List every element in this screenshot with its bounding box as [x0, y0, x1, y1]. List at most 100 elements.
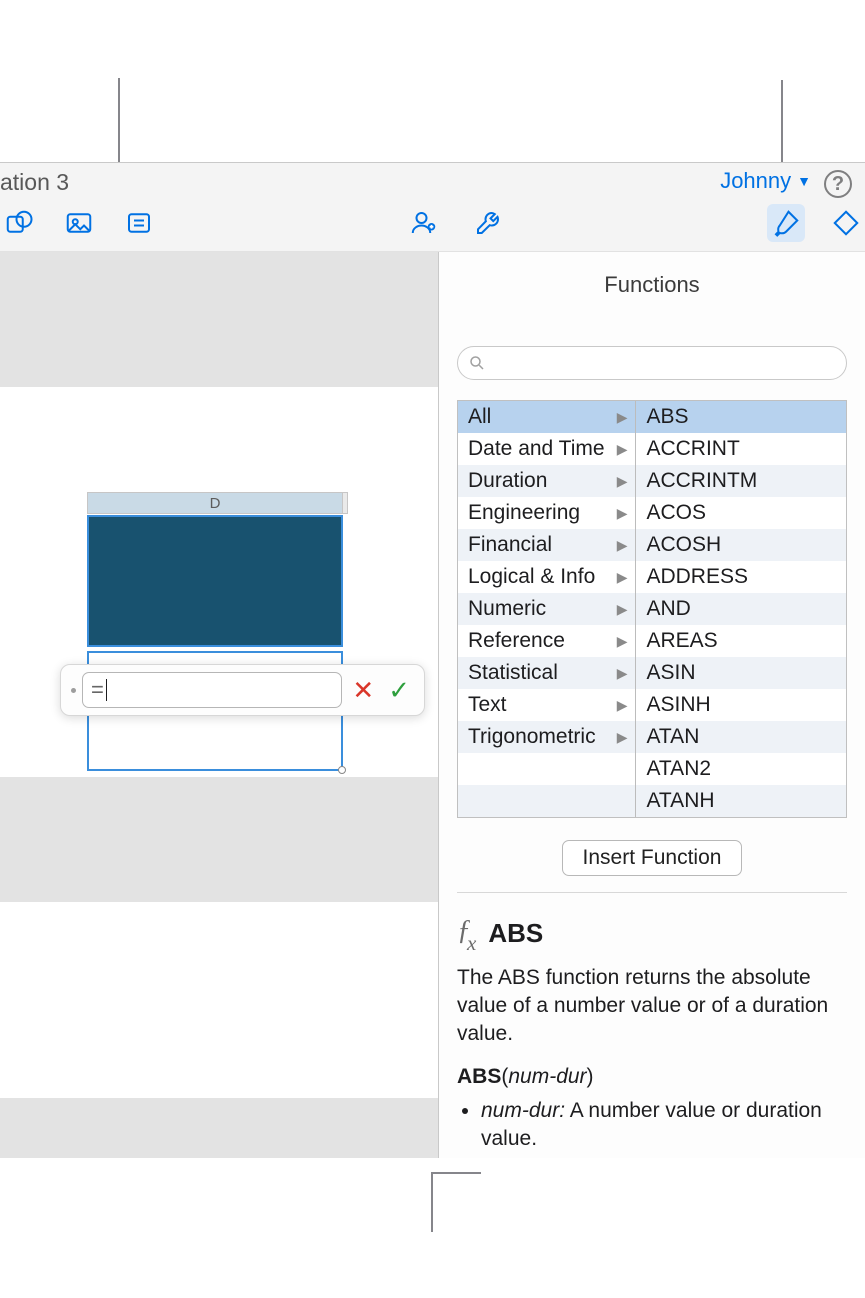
category-label: Statistical	[468, 661, 558, 685]
tools-button[interactable]	[469, 204, 507, 242]
cancel-formula-button[interactable]: ✕	[348, 675, 378, 706]
slide-background-top	[0, 252, 438, 387]
function-atanh[interactable]: ATANH	[636, 785, 846, 817]
chevron-right-icon: ▶	[617, 537, 628, 554]
accept-formula-button[interactable]: ✓	[384, 675, 414, 706]
function-browser: All▶Date and Time▶Duration▶Engineering▶F…	[457, 400, 847, 818]
function-label: ASIN	[646, 661, 695, 685]
signature-close: )	[587, 1065, 594, 1088]
argument-list: num-dur: A number value or duration valu…	[481, 1097, 847, 1154]
collaborate-icon	[409, 208, 439, 238]
collaborate-button[interactable]	[405, 204, 443, 242]
column-header-D[interactable]: D	[87, 492, 343, 514]
function-name: ABS	[488, 918, 543, 949]
function-label: ATAN2	[646, 757, 711, 781]
function-acos[interactable]: ACOS	[636, 497, 846, 529]
function-atan[interactable]: ATAN	[636, 721, 846, 753]
function-asin[interactable]: ASIN	[636, 657, 846, 689]
function-detail-header: ƒx ABS	[457, 915, 865, 952]
notes-button[interactable]	[120, 204, 158, 242]
function-accrintm[interactable]: ACCRINTM	[636, 465, 846, 497]
category-label: Financial	[468, 533, 552, 557]
toolbar	[0, 201, 865, 245]
function-search-input[interactable]	[457, 346, 847, 380]
chevron-right-icon: ▶	[617, 569, 628, 586]
chevron-right-icon: ▶	[617, 601, 628, 618]
table-header-cell[interactable]	[87, 515, 343, 647]
wrench-icon	[473, 208, 503, 238]
help-button[interactable]: ?	[824, 170, 852, 198]
collaborator-menu[interactable]: Johnny ▼	[720, 168, 811, 194]
function-areas[interactable]: AREAS	[636, 625, 846, 657]
function-label: ACCRINT	[646, 437, 739, 461]
formula-editor: = ✕ ✓	[60, 664, 425, 716]
media-icon	[64, 208, 94, 238]
function-signature: ABS(num-dur)	[457, 1065, 847, 1089]
category-label: Date and Time	[468, 437, 605, 461]
shape-icon	[4, 208, 34, 238]
category-engineering[interactable]: Engineering ▶	[458, 497, 635, 529]
function-abs[interactable]: ABS	[636, 401, 846, 433]
divider	[457, 892, 847, 893]
cell-resize-handle[interactable]	[338, 766, 346, 774]
category-all[interactable]: All ▶	[458, 401, 635, 433]
function-and[interactable]: AND	[636, 593, 846, 625]
category-statistical[interactable]: Statistical ▶	[458, 657, 635, 689]
function-asinh[interactable]: ASINH	[636, 689, 846, 721]
sidebar-title: Functions	[439, 252, 865, 306]
format-button[interactable]	[767, 204, 805, 242]
function-label: ADDRESS	[646, 565, 748, 589]
function-address[interactable]: ADDRESS	[636, 561, 846, 593]
category-logical-info[interactable]: Logical & Info▶	[458, 561, 635, 593]
function-atan2[interactable]: ATAN2	[636, 753, 846, 785]
animate-button[interactable]	[827, 204, 865, 242]
doc-title: ation 3	[0, 169, 69, 196]
function-accrint[interactable]: ACCRINT	[636, 433, 846, 465]
category-financial[interactable]: Financial ▶	[458, 529, 635, 561]
category-empty	[458, 785, 635, 817]
media-button[interactable]	[60, 204, 98, 242]
category-label: Reference	[468, 629, 565, 653]
category-date-and-time[interactable]: Date and Time▶	[458, 433, 635, 465]
search-icon	[468, 354, 486, 372]
category-label: Trigonometric	[468, 725, 596, 749]
function-label: AREAS	[646, 629, 717, 653]
collaborator-name: Johnny	[720, 168, 791, 194]
slide-background-mid	[0, 777, 438, 902]
function-label: ACOSH	[646, 533, 721, 557]
chevron-down-icon: ▼	[797, 173, 811, 189]
function-acosh[interactable]: ACOSH	[636, 529, 846, 561]
chevron-right-icon: ▶	[617, 505, 628, 522]
signature-arg: num-dur	[508, 1065, 586, 1088]
function-description: The ABS function returns the absolute va…	[457, 964, 847, 1049]
category-list: All▶Date and Time▶Duration▶Engineering▶F…	[458, 401, 636, 817]
function-label: ATAN	[646, 725, 699, 749]
category-label: All	[468, 405, 491, 429]
function-label: ASINH	[646, 693, 710, 717]
formula-editor-handle-icon[interactable]	[71, 688, 76, 693]
category-label: Engineering	[468, 501, 580, 525]
formula-input[interactable]: =	[82, 672, 342, 708]
chevron-right-icon: ▶	[617, 697, 628, 714]
question-mark-icon: ?	[832, 173, 844, 196]
chevron-right-icon: ▶	[617, 409, 628, 426]
column-resize-handle[interactable]	[342, 492, 348, 514]
titlebar: ation 3 Johnny ▼ ?	[0, 162, 865, 252]
callout-line-description-horiz	[431, 1172, 481, 1174]
text-cursor	[106, 679, 107, 701]
main-area: D = ✕ ✓ Functions	[0, 252, 865, 1158]
argument-item: num-dur: A number value or duration valu…	[481, 1097, 847, 1154]
function-label: ACCRINTM	[646, 469, 757, 493]
category-reference[interactable]: Reference ▶	[458, 625, 635, 657]
insert-function-button[interactable]: Insert Function	[562, 840, 743, 876]
chevron-right-icon: ▶	[617, 665, 628, 682]
argument-name: num-dur:	[481, 1099, 565, 1122]
category-label: Numeric	[468, 597, 546, 621]
category-duration[interactable]: Duration▶	[458, 465, 635, 497]
category-numeric[interactable]: Numeric ▶	[458, 593, 635, 625]
shape-button[interactable]	[0, 204, 38, 242]
category-trigonometric[interactable]: Trigonometric▶	[458, 721, 635, 753]
category-text[interactable]: Text▶	[458, 689, 635, 721]
category-label: Duration	[468, 469, 547, 493]
chevron-right-icon: ▶	[617, 633, 628, 650]
